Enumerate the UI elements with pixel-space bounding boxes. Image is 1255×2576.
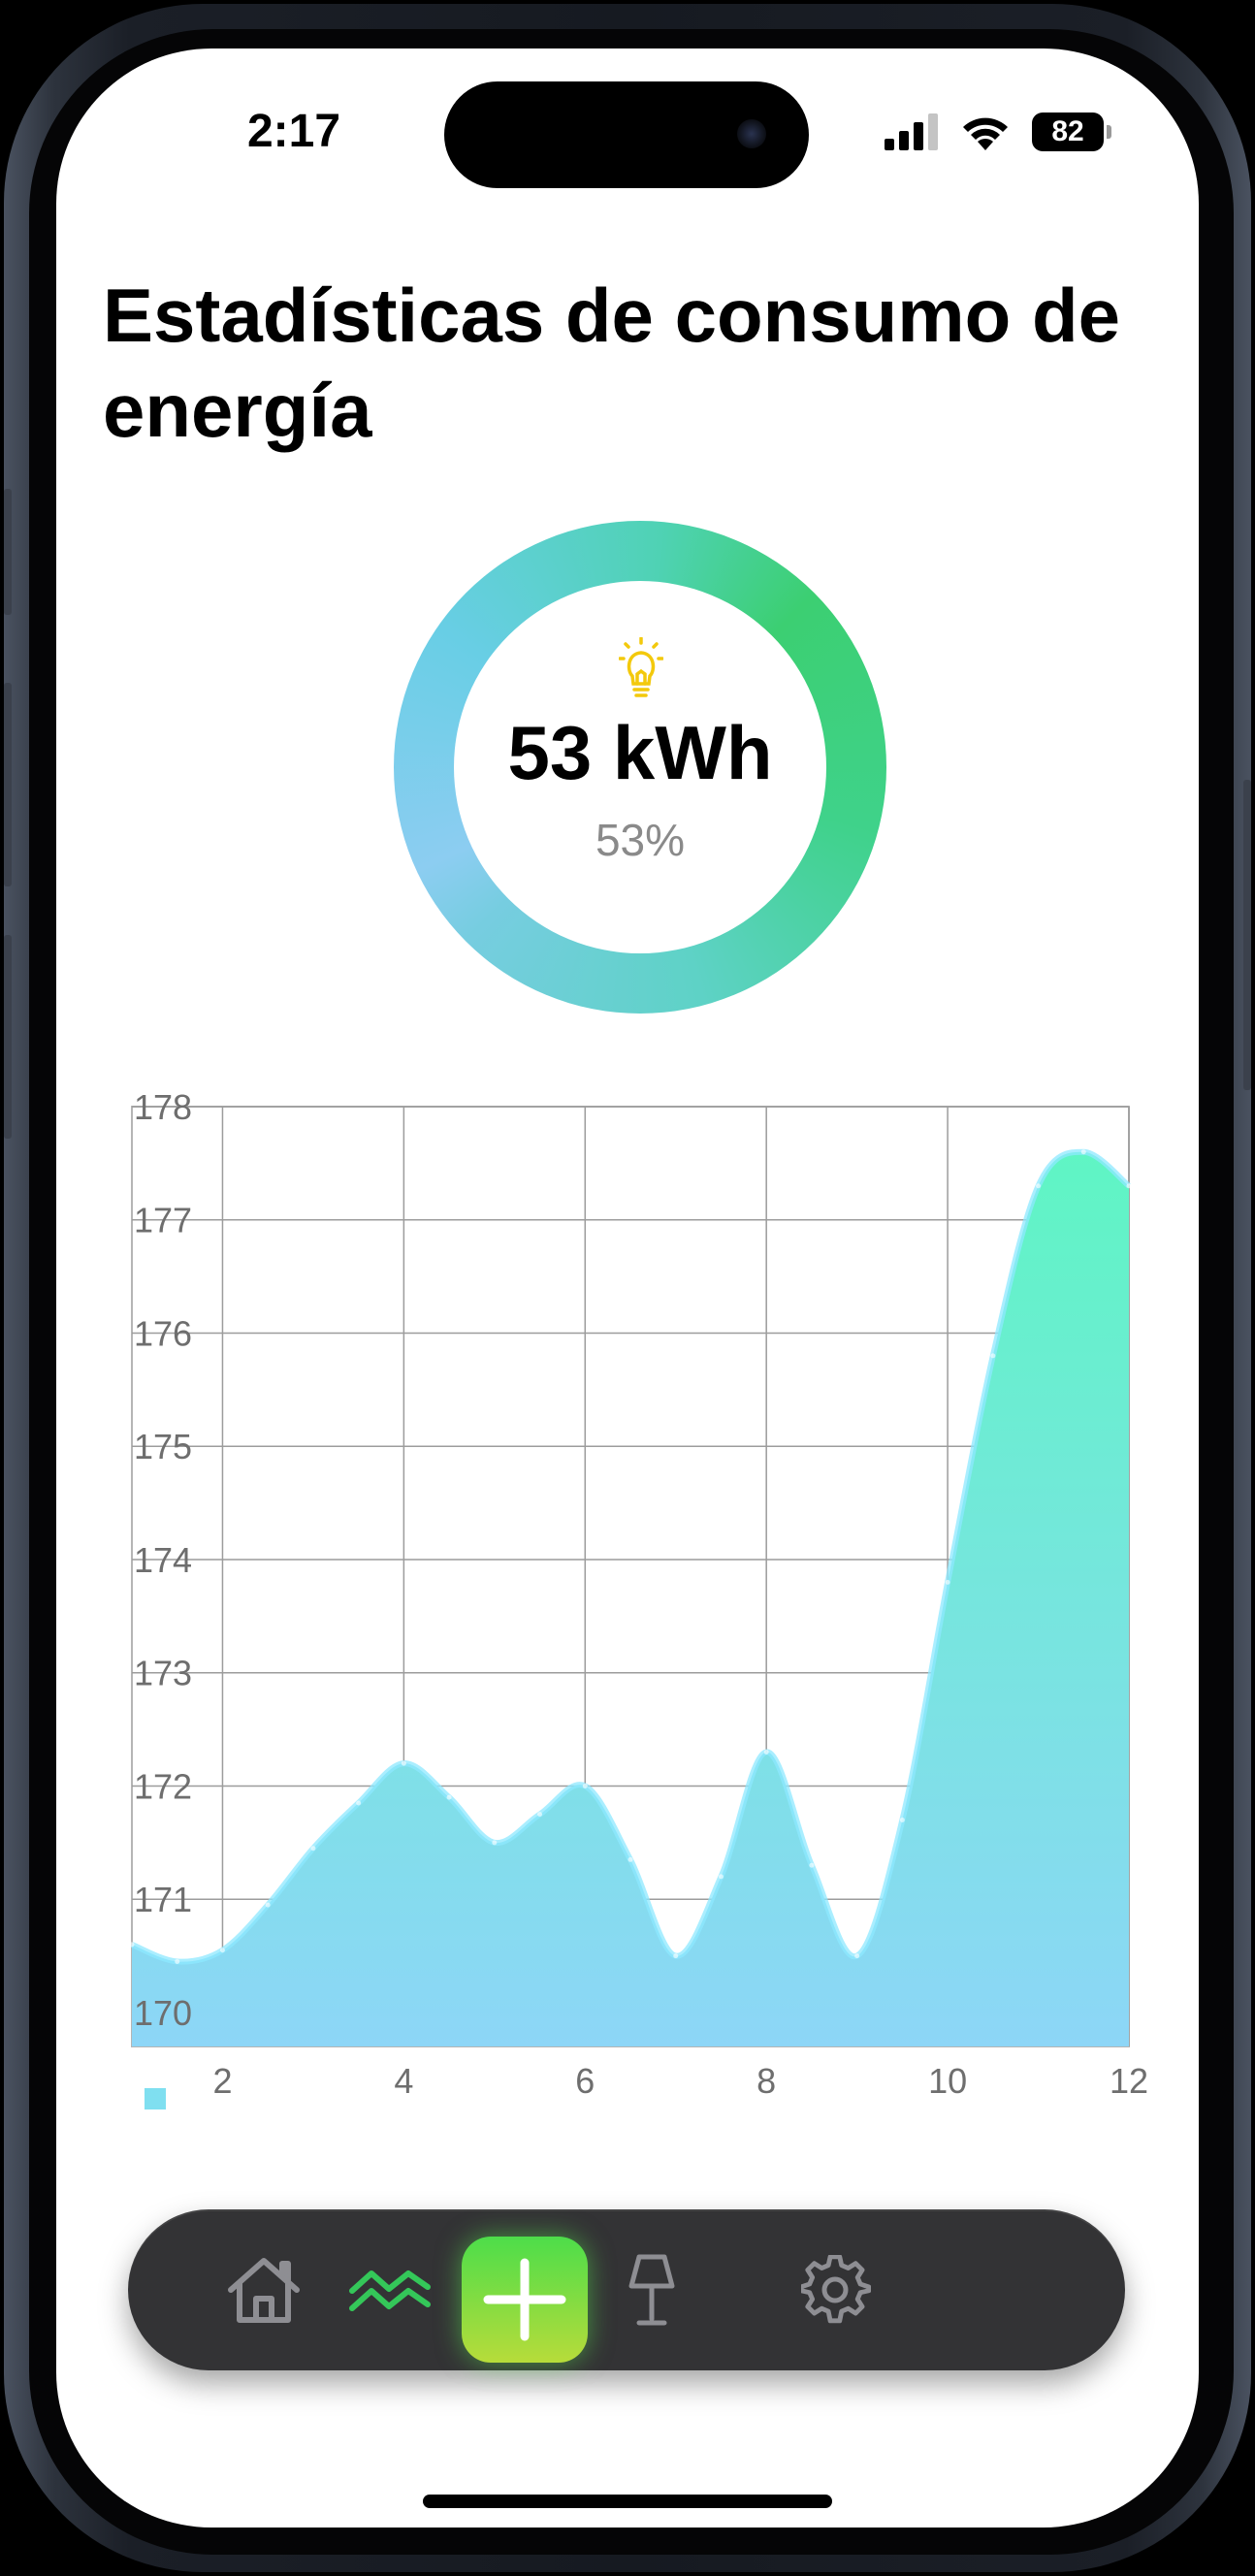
- chart-wave-icon: [349, 2270, 431, 2311]
- mute-switch: [4, 489, 12, 615]
- data-point: [854, 1953, 860, 1959]
- y-tick-label: 173: [134, 1654, 192, 1693]
- x-tick-label: 2: [212, 2061, 232, 2101]
- y-tick-label: 175: [134, 1427, 192, 1466]
- data-point: [628, 1856, 633, 1862]
- y-tick-label: 176: [134, 1313, 192, 1353]
- x-tick-label: 12: [1110, 2061, 1148, 2101]
- data-point: [356, 1800, 362, 1806]
- x-tick-label: 10: [928, 2061, 967, 2101]
- volume-down-button: [4, 935, 12, 1139]
- y-tick-label: 178: [134, 1087, 192, 1127]
- data-point: [673, 1953, 679, 1959]
- legend-swatch: [145, 2088, 166, 2109]
- tab-stats[interactable]: [322, 2209, 458, 2370]
- data-point: [537, 1812, 543, 1818]
- home-icon: [228, 2258, 300, 2323]
- gear-icon: [801, 2255, 871, 2324]
- power-button: [1243, 780, 1251, 1090]
- tab-bar: [128, 2209, 1125, 2370]
- data-point: [1126, 1183, 1132, 1189]
- x-tick-label: 6: [575, 2061, 595, 2101]
- volume-up-button: [4, 683, 12, 886]
- data-point: [718, 1874, 724, 1880]
- y-tick-label: 177: [134, 1201, 192, 1240]
- tab-settings[interactable]: [778, 2209, 894, 2370]
- data-point: [809, 1862, 815, 1868]
- chart-area: [132, 1151, 1129, 2046]
- data-point: [945, 1579, 950, 1585]
- data-point: [899, 1818, 905, 1823]
- lamp-icon: [628, 2254, 675, 2326]
- y-tick-label: 174: [134, 1540, 192, 1580]
- data-point: [1036, 1183, 1042, 1189]
- energy-chart: 170 171 172 173 174 175 176 177 178 2 4 6 8 10 12: [129, 1087, 1148, 2101]
- tab-home[interactable]: [206, 2209, 322, 2370]
- screen: 2:17 82 Estadísticas de consumo de energ…: [56, 48, 1199, 2528]
- data-point: [129, 1942, 135, 1948]
- plus-icon: [483, 2258, 566, 2341]
- tab-lamp[interactable]: [594, 2209, 710, 2370]
- data-point: [175, 1958, 180, 1964]
- data-point: [219, 1948, 225, 1953]
- data-point: [492, 1840, 498, 1846]
- y-tick-label: 172: [134, 1766, 192, 1806]
- home-indicator: [423, 2495, 832, 2508]
- data-point: [990, 1353, 996, 1359]
- data-point: [401, 1760, 406, 1766]
- data-point: [763, 1749, 769, 1755]
- data-point: [582, 1783, 588, 1788]
- x-tick-label: 4: [394, 2061, 413, 2101]
- data-point: [265, 1902, 271, 1908]
- data-point: [446, 1794, 452, 1800]
- y-tick-label: 170: [134, 1993, 192, 2033]
- data-point: [310, 1846, 316, 1852]
- data-point: [1080, 1149, 1086, 1155]
- y-tick-label: 171: [134, 1880, 192, 1919]
- add-button[interactable]: [462, 2237, 588, 2363]
- x-tick-label: 8: [756, 2061, 776, 2101]
